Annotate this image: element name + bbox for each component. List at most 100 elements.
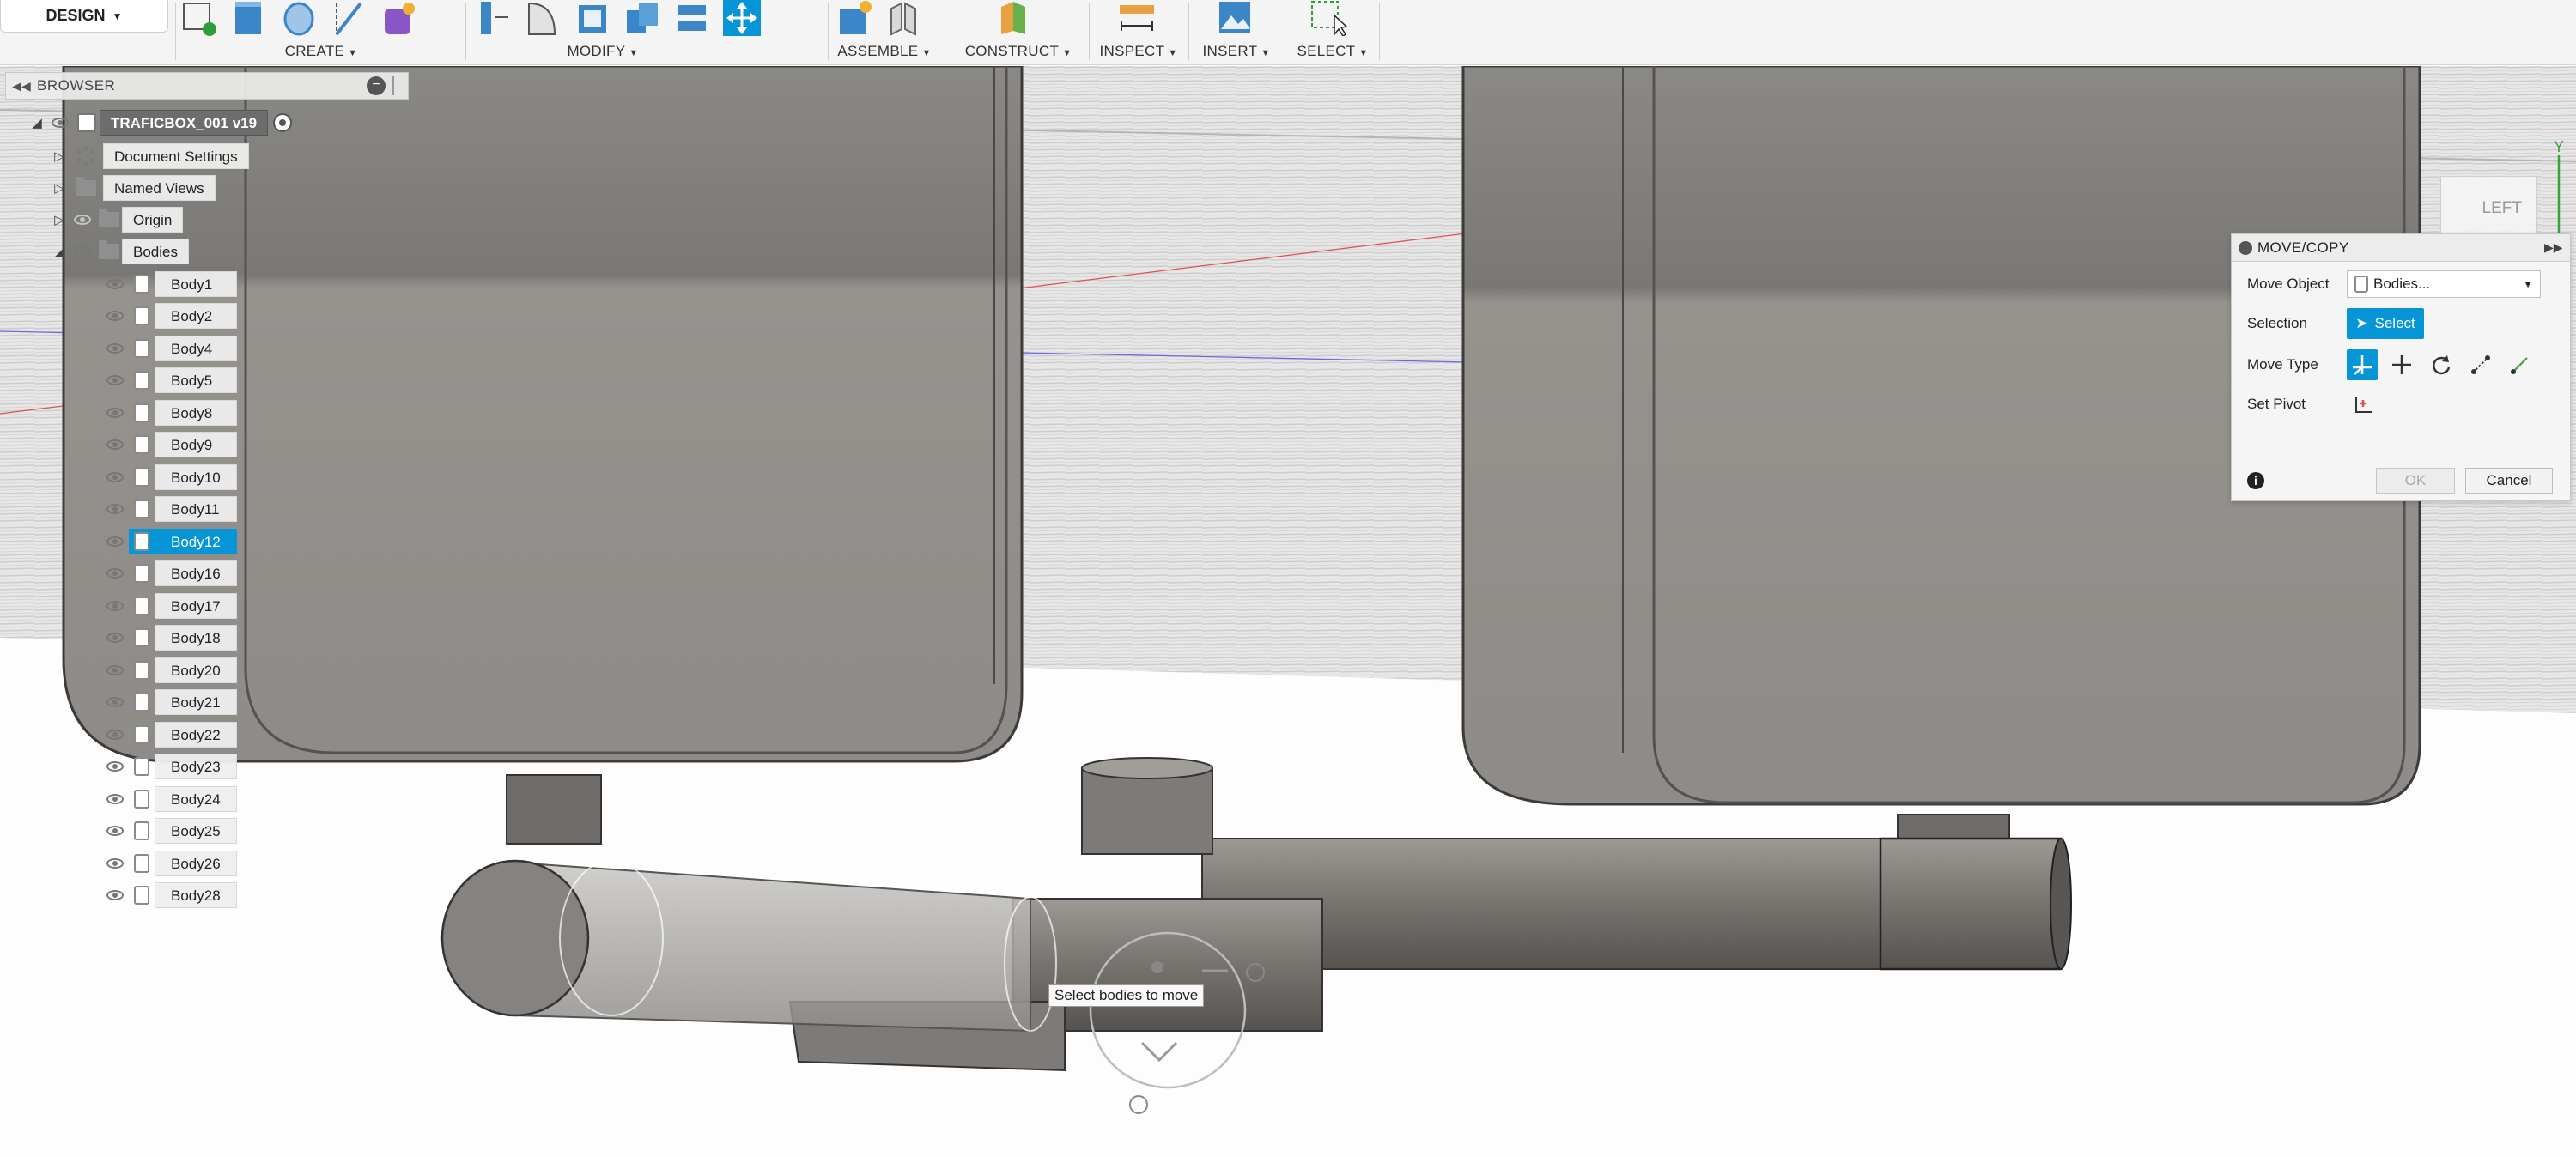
collapse-triangle-icon[interactable]: ◢	[50, 244, 69, 259]
sweep-icon[interactable]	[330, 0, 368, 36]
create-sketch-icon[interactable]	[180, 0, 218, 36]
window-select-icon[interactable]	[1310, 0, 1348, 38]
visibility-eye-icon[interactable]	[101, 689, 129, 715]
insert-image-icon[interactable]	[1216, 0, 1254, 36]
move-object-dropdown[interactable]: Bodies... ▼	[2347, 270, 2541, 298]
expand-triangle-icon[interactable]: ▷	[50, 180, 69, 196]
joint-icon[interactable]	[884, 0, 922, 36]
visibility-eye-icon[interactable]	[69, 239, 96, 264]
tree-body-item[interactable]: Body16	[101, 560, 237, 586]
free-move-icon[interactable]	[2347, 349, 2378, 380]
measure-icon[interactable]	[1118, 0, 1156, 36]
modify-menu[interactable]: MODIFY ▼	[474, 43, 732, 60]
ok-button[interactable]: OK	[2376, 468, 2455, 494]
3d-viewport[interactable]: Select bodies to move LEFT X Y Z	[0, 64, 2576, 1157]
tree-folder-bodies[interactable]: ◢ Bodies	[50, 239, 189, 264]
offset-plane-icon[interactable]	[994, 0, 1032, 36]
expand-triangle-icon[interactable]: ▷	[50, 148, 69, 164]
visibility-eye-icon[interactable]	[101, 271, 129, 297]
body-icon	[129, 786, 155, 812]
extrude-icon[interactable]	[230, 0, 268, 36]
tree-body-item[interactable]: Body8	[101, 400, 237, 426]
press-pull-icon[interactable]	[474, 0, 512, 36]
form-icon[interactable]	[380, 0, 417, 36]
tree-body-item[interactable]: Body11	[101, 496, 237, 522]
tree-body-item[interactable]: Body1	[101, 271, 237, 297]
tree-root-component[interactable]: ◢ TRAFICBOX_001 v19	[27, 110, 293, 136]
visibility-eye-icon[interactable]	[101, 529, 129, 554]
tree-body-item[interactable]: Body4	[101, 336, 237, 361]
inspect-menu[interactable]: INSPECT ▼	[1096, 43, 1182, 60]
create-menu[interactable]: CREATE ▼	[180, 43, 462, 60]
visibility-eye-icon[interactable]	[101, 882, 129, 908]
tree-body-item[interactable]: Body18	[101, 625, 237, 651]
tree-body-item[interactable]: Body26	[101, 851, 237, 876]
collapse-triangle-icon[interactable]: ◢	[27, 115, 46, 130]
revolve-icon[interactable]	[280, 0, 318, 36]
tree-body-item[interactable]: Body23	[101, 754, 237, 779]
visibility-eye-icon[interactable]	[101, 432, 129, 457]
tree-body-item[interactable]: Body22	[101, 722, 237, 748]
insert-menu[interactable]: INSERT ▼	[1195, 43, 1278, 60]
visibility-eye-icon[interactable]	[69, 207, 96, 233]
tree-body-item[interactable]: Body21	[101, 689, 237, 715]
select-bodies-button[interactable]: ➤ Select	[2347, 308, 2424, 339]
rotate-icon[interactable]	[2426, 349, 2457, 380]
shell-icon[interactable]	[574, 0, 611, 36]
expand-triangle-icon[interactable]: ▷	[50, 212, 69, 227]
visibility-eye-icon[interactable]	[101, 754, 129, 779]
visibility-eye-icon[interactable]	[46, 110, 74, 136]
select-menu[interactable]: SELECT ▼	[1291, 43, 1374, 60]
tree-body-item[interactable]: Body2	[101, 303, 237, 329]
fillet-icon[interactable]	[524, 0, 562, 36]
tree-body-item[interactable]: Body25	[101, 818, 237, 844]
translate-icon[interactable]	[2386, 349, 2417, 380]
tree-body-item[interactable]: Body28	[101, 882, 237, 908]
visibility-eye-icon[interactable]	[101, 851, 129, 876]
visibility-eye-icon[interactable]	[101, 464, 129, 490]
activate-radio-icon[interactable]	[273, 113, 293, 132]
visibility-eye-icon[interactable]	[101, 303, 129, 329]
split-icon[interactable]	[673, 0, 711, 36]
workspace-switcher[interactable]: DESIGN ▼	[0, 0, 168, 33]
tree-body-item-selected[interactable]: Body12	[101, 529, 237, 554]
move-copy-icon[interactable]	[723, 0, 761, 36]
tree-folder-document-settings[interactable]: ▷ Document Settings	[50, 143, 249, 169]
visibility-eye-icon[interactable]	[101, 722, 129, 748]
collapse-browser-icon[interactable]: ◀◀	[6, 79, 37, 94]
construct-menu[interactable]: CONSTRUCT ▼	[953, 43, 1084, 60]
point-to-point-icon[interactable]	[2465, 349, 2496, 380]
point-to-position-icon[interactable]	[2505, 349, 2536, 380]
visibility-eye-icon[interactable]	[101, 625, 129, 651]
dialog-header[interactable]: MOVE/COPY ▶▶	[2232, 234, 2570, 262]
visibility-eye-icon[interactable]	[101, 336, 129, 361]
set-pivot-icon[interactable]	[2347, 389, 2378, 420]
cancel-button[interactable]: Cancel	[2465, 468, 2553, 494]
tree-body-item[interactable]: Body24	[101, 786, 237, 812]
browser-panel-header[interactable]: ◀◀ BROWSER −	[5, 72, 409, 100]
expand-dialog-icon[interactable]: ▶▶	[2544, 240, 2570, 255]
tree-folder-named-views[interactable]: ▷ Named Views	[50, 175, 216, 201]
assemble-menu[interactable]: ASSEMBLE ▼	[835, 43, 934, 60]
tree-body-item[interactable]: Body10	[101, 464, 237, 490]
visibility-eye-icon[interactable]	[101, 657, 129, 683]
info-icon[interactable]: i	[2247, 472, 2264, 489]
visibility-eye-icon[interactable]	[101, 400, 129, 426]
visibility-eye-icon[interactable]	[101, 367, 129, 393]
tree-body-item[interactable]: Body5	[101, 367, 237, 393]
visibility-eye-icon[interactable]	[101, 560, 129, 586]
folder-icon	[96, 207, 122, 233]
combine-icon[interactable]	[623, 0, 661, 36]
visibility-eye-icon[interactable]	[101, 786, 129, 812]
tree-body-item[interactable]: Body17	[101, 593, 237, 619]
tree-body-item[interactable]: Body20	[101, 657, 237, 683]
minimize-browser-icon[interactable]: −	[367, 76, 386, 95]
new-component-icon[interactable]	[835, 0, 872, 36]
tree-folder-origin[interactable]: ▷ Origin	[50, 207, 184, 233]
visibility-eye-icon[interactable]	[101, 593, 129, 619]
tree-body-item[interactable]: Body9	[101, 432, 237, 457]
visibility-eye-icon[interactable]	[101, 818, 129, 844]
visibility-eye-icon[interactable]	[101, 496, 129, 522]
model-canvas[interactable]	[0, 64, 2576, 1157]
resize-grip-icon[interactable]	[392, 76, 399, 95]
